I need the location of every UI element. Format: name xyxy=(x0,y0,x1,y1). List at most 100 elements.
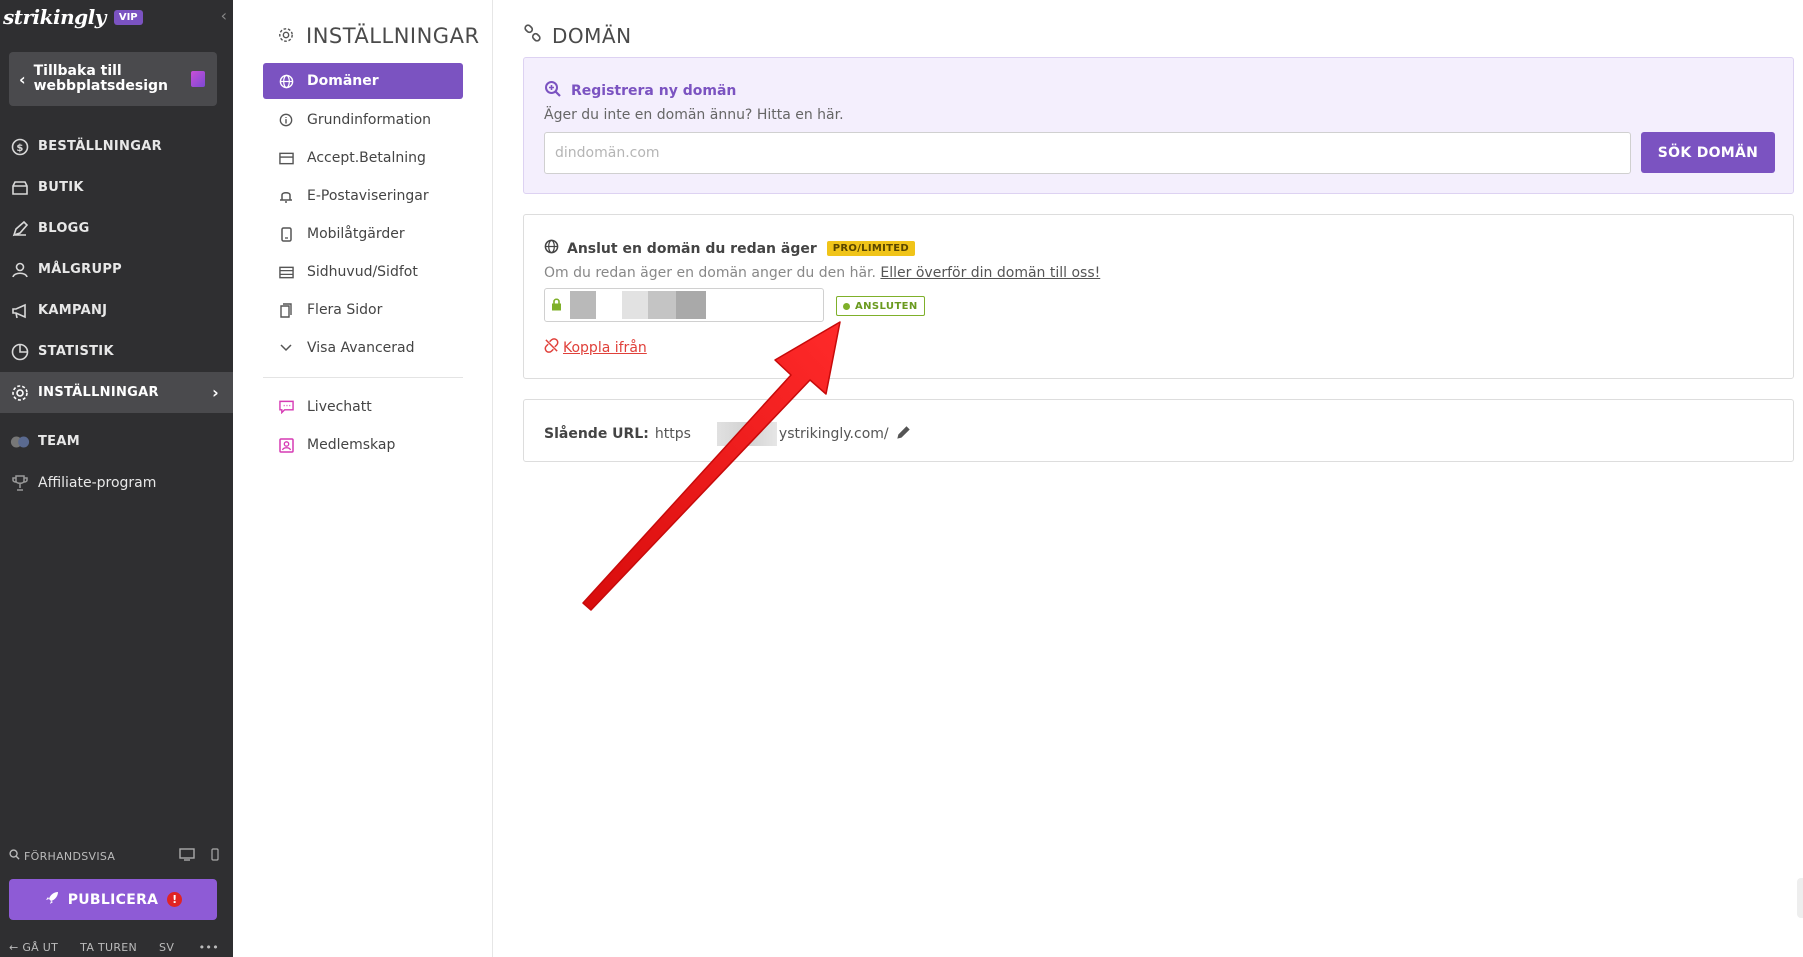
striking-url-label: Slående URL: xyxy=(544,426,649,442)
preview-link[interactable]: FÖRHANDSVISA xyxy=(24,850,115,863)
nav-blog-label: BLOGG xyxy=(38,221,90,236)
tour-link[interactable]: TA TUREN xyxy=(80,941,137,954)
striking-url-row: Slående URL: https ystrikingly.com/ xyxy=(544,422,911,446)
globe-icon xyxy=(544,239,559,258)
publish-label: PUBLICERA xyxy=(67,891,159,908)
page-title: DOMÄN xyxy=(523,24,632,48)
settings-item-payments[interactable]: Accept.Betalning xyxy=(263,139,463,177)
chevron-right-icon: › xyxy=(212,383,219,402)
nav-store[interactable]: BUTIK xyxy=(0,167,233,208)
exit-label: GÅ UT xyxy=(22,941,59,954)
gear-icon xyxy=(278,24,294,48)
nav-audience[interactable]: MÅLGRUPP xyxy=(0,249,233,290)
back-to-design-label: Tillbaka till webbplatsdesign xyxy=(33,63,168,94)
design-preview-icon xyxy=(191,71,205,87)
connect-domain-card: Anslut en domän du redan äger PRO/LIMITE… xyxy=(523,214,1794,379)
search-plus-icon xyxy=(544,80,562,102)
disconnect-link[interactable]: Koppla ifrån xyxy=(544,338,647,357)
language-link[interactable]: SV xyxy=(159,941,174,954)
main-nav: $ BESTÄLLNINGAR BUTIK BLOGG MÅLGRUPP KAM… xyxy=(0,126,233,503)
connect-title: Anslut en domän du redan äger PRO/LIMITE… xyxy=(544,239,915,258)
settings-item-basic-info[interactable]: Grundinformation xyxy=(263,101,463,139)
page-title-label: DOMÄN xyxy=(552,24,632,48)
svg-text:$: $ xyxy=(16,143,23,154)
mobile-preview-icon[interactable] xyxy=(211,848,219,864)
nav-settings[interactable]: INSTÄLLNINGAR › xyxy=(0,372,233,413)
search-icon xyxy=(9,849,20,863)
settings-item-label: Medlemskap xyxy=(307,437,396,453)
nav-affiliate[interactable]: Affiliate-program xyxy=(0,462,233,503)
brand[interactable]: strikingly VIP xyxy=(3,3,143,31)
sidebar-footer: ← GÅ UT TA TUREN SV ••• xyxy=(9,941,219,954)
layout-icon xyxy=(277,266,295,279)
settings-item-multiple-pages[interactable]: Flera Sidor xyxy=(263,291,463,329)
url-suffix: ystrikingly.com/ xyxy=(778,426,889,442)
more-icon[interactable]: ••• xyxy=(199,941,219,954)
right-edge-tab[interactable] xyxy=(1797,878,1803,918)
pages-icon xyxy=(277,302,295,318)
settings-divider xyxy=(263,377,463,378)
settings-item-label: Sidhuvud/Sidfot xyxy=(307,264,418,280)
megaphone-icon xyxy=(10,301,30,321)
connected-status-label: ANSLUTEN xyxy=(855,300,918,312)
settings-item-label: Flera Sidor xyxy=(307,302,383,318)
settings-item-label: Grundinformation xyxy=(307,112,432,128)
settings-item-domains[interactable]: Domäner xyxy=(263,63,463,99)
redacted-subdomain xyxy=(716,422,777,446)
connect-subtitle-text: Om du redan äger en domän anger du den h… xyxy=(544,265,876,281)
settings-title-label: INSTÄLLNINGAR xyxy=(306,24,480,48)
vip-badge: VIP xyxy=(113,9,143,25)
chat-icon xyxy=(277,400,295,414)
register-title: Registrera ny domän xyxy=(544,80,736,102)
store-icon xyxy=(10,178,30,198)
nav-orders-label: BESTÄLLNINGAR xyxy=(38,139,162,154)
collapse-sidebar-icon[interactable]: ‹ xyxy=(221,6,227,25)
settings-item-membership[interactable]: Medlemskap xyxy=(263,426,463,464)
domain-search-input[interactable] xyxy=(544,132,1631,174)
dollar-circle-icon: $ xyxy=(10,137,30,157)
nav-campaign-label: KAMPANJ xyxy=(38,303,108,318)
search-domain-button[interactable]: SÖK DOMÄN xyxy=(1641,132,1775,173)
transfer-domain-link[interactable]: Eller överför din domän till oss! xyxy=(880,265,1100,281)
redacted-domain xyxy=(570,291,706,319)
lock-icon xyxy=(551,296,562,315)
nav-campaign[interactable]: KAMPANJ xyxy=(0,290,233,331)
gear-icon xyxy=(10,383,30,403)
pen-icon xyxy=(10,219,30,239)
settings-panel: INSTÄLLNINGAR Domäner Grundinformation A… xyxy=(233,0,493,957)
pie-chart-icon xyxy=(10,342,30,362)
settings-item-label: Livechatt xyxy=(307,399,372,415)
settings-item-show-advanced[interactable]: Visa Avancerad xyxy=(263,329,463,367)
striking-url-card: Slående URL: https ystrikingly.com/ xyxy=(523,399,1794,462)
trophy-icon xyxy=(10,473,30,493)
nav-team-label: TEAM xyxy=(38,434,80,449)
desktop-preview-icon[interactable] xyxy=(179,848,195,864)
settings-item-livechat[interactable]: Livechatt xyxy=(263,388,463,426)
left-sidebar: strikingly VIP ‹ ‹ Tillbaka till webbpla… xyxy=(0,0,233,957)
connected-domain-field[interactable] xyxy=(544,288,824,322)
nav-affiliate-label: Affiliate-program xyxy=(38,474,157,491)
nav-orders[interactable]: $ BESTÄLLNINGAR xyxy=(0,126,233,167)
preview-row: FÖRHANDSVISA xyxy=(9,848,219,864)
nav-team[interactable]: TEAM xyxy=(0,421,233,462)
settings-item-label: E-Postaviseringar xyxy=(307,188,429,204)
settings-item-header-footer[interactable]: Sidhuvud/Sidfot xyxy=(263,253,463,291)
status-dot-icon xyxy=(843,302,850,310)
connect-subtitle: Om du redan äger en domän anger du den h… xyxy=(544,265,1100,281)
rocket-icon xyxy=(44,890,60,910)
chevron-down-icon xyxy=(277,344,295,352)
brand-logo: strikingly xyxy=(3,5,106,29)
nav-blog[interactable]: BLOGG xyxy=(0,208,233,249)
publish-button[interactable]: PUBLICERA ! xyxy=(9,879,217,920)
pro-limited-badge: PRO/LIMITED xyxy=(826,241,915,256)
register-title-label: Registrera ny domän xyxy=(571,83,737,99)
edit-pencil-icon[interactable] xyxy=(896,425,911,443)
settings-item-mobile-actions[interactable]: Mobilåtgärder xyxy=(263,215,463,253)
exit-link[interactable]: ← GÅ UT xyxy=(9,941,58,954)
team-avatars-icon xyxy=(10,432,30,452)
back-to-design-button[interactable]: ‹ Tillbaka till webbplatsdesign xyxy=(9,52,217,106)
settings-menu: Domäner Grundinformation Accept.Betalnin… xyxy=(263,63,463,464)
settings-item-email-notifications[interactable]: E-Postaviseringar xyxy=(263,177,463,215)
nav-statistics[interactable]: STATISTIK xyxy=(0,331,233,372)
settings-item-label: Domäner xyxy=(307,73,379,89)
